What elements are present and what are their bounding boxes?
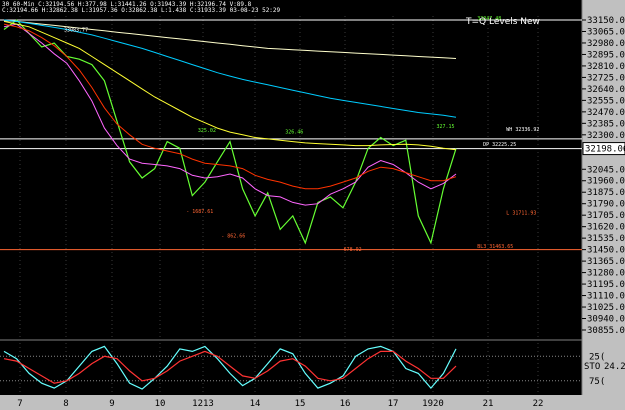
price-tick-label: 31195.00 xyxy=(587,280,625,290)
last-price-marker: 32198.06 xyxy=(582,142,625,156)
price-tick-label: 31960.00 xyxy=(587,177,625,187)
price-tick-label: 32895.00 xyxy=(587,50,625,60)
price-tick-label: 31025.00 xyxy=(587,303,625,313)
level-annotation: L 31711.93 xyxy=(506,210,536,216)
header-line-2: C:32194.66 H:32862.38 L:31957.36 O:32862… xyxy=(2,7,281,14)
stochastic-plot-area xyxy=(0,342,582,395)
price-axis: 33150.00 33065.0032980.0032895.00 32810.00… xyxy=(582,16,625,336)
level-annotation: 326.46 xyxy=(285,130,303,136)
price-tick-label: 30855.00 xyxy=(587,326,625,336)
time-tick-label: 14 xyxy=(250,399,261,409)
level-annotation: - 1687.61 xyxy=(186,209,213,215)
time-tick-label: 16 xyxy=(340,399,351,409)
level-annotation: BL3 31463.65 xyxy=(477,244,513,250)
price-tick-label: 31790.00 xyxy=(587,200,625,210)
level-annotation: - 862.66 xyxy=(221,234,245,240)
stochastic-label: STO xyxy=(584,362,600,372)
stochastic-tick-label: 75( xyxy=(589,377,605,387)
time-tick-label: 7 xyxy=(17,399,22,409)
level-annotation: 327.15 xyxy=(437,124,455,130)
time-tick-label: 22 xyxy=(533,399,544,409)
price-tick-label: 31110.00 xyxy=(587,292,625,302)
time-tick-label: 15 xyxy=(295,399,306,409)
stochastic-tick-label: 25( xyxy=(589,352,605,362)
price-tick-label: 31705.00 xyxy=(587,211,625,221)
chart-root: 30 60-Min C:32194.56 H:377.98 L:31441.26… xyxy=(0,0,625,410)
time-axis-panel xyxy=(0,395,625,410)
level-annotation: DP 32225.25 xyxy=(483,142,516,148)
chart-title: T=Q Levels New xyxy=(465,17,540,27)
price-tick-label: 32385.00 xyxy=(587,119,625,129)
stochastic-value: 24.2 xyxy=(604,362,625,372)
price-tick-label: 31620.00 xyxy=(587,223,625,233)
price-tick-label: 31535.00 xyxy=(587,234,625,244)
price-tick-label: 32555.00 xyxy=(587,96,625,106)
price-tick-label: 30940.00 xyxy=(587,315,625,325)
level-annotation: 325.02 xyxy=(198,128,216,134)
price-tick-label: 32810.00 xyxy=(587,62,625,72)
price-tick-label: 32725.00 xyxy=(587,73,625,83)
price-tick-label: 33150.00 xyxy=(587,16,625,26)
time-tick-label: 21 xyxy=(483,399,494,409)
price-tick-label: 31450.00 xyxy=(587,246,625,256)
price-tick-label: 33065.00 xyxy=(587,28,625,38)
price-tick-label: 31365.00 xyxy=(587,257,625,267)
price-tick-label: 32300.00 xyxy=(587,131,625,141)
time-tick-label: 1213 xyxy=(192,399,214,409)
price-tick-label: 31875.00 xyxy=(587,188,625,198)
time-tick-label: 9 xyxy=(109,399,114,409)
price-tick-label: 32045.00 xyxy=(587,165,625,175)
price-tick-label: 32470.00 xyxy=(587,108,625,118)
time-tick-label: 10 xyxy=(155,399,166,409)
last-price-label: 32198.06 xyxy=(585,145,625,155)
level-annotation: - 678.92 xyxy=(338,247,362,253)
time-tick-label: 8 xyxy=(63,399,68,409)
price-tick-label: 31280.00 xyxy=(587,269,625,279)
time-tick-label: 17 xyxy=(388,399,399,409)
level-annotation: WH 32336.92 xyxy=(506,127,539,133)
time-tick-label: 1920 xyxy=(422,399,444,409)
price-tick-label: 32980.00 xyxy=(587,39,625,49)
price-tick-label: 32640.00 xyxy=(587,85,625,95)
level-annotation: 33083.77 xyxy=(64,28,88,34)
